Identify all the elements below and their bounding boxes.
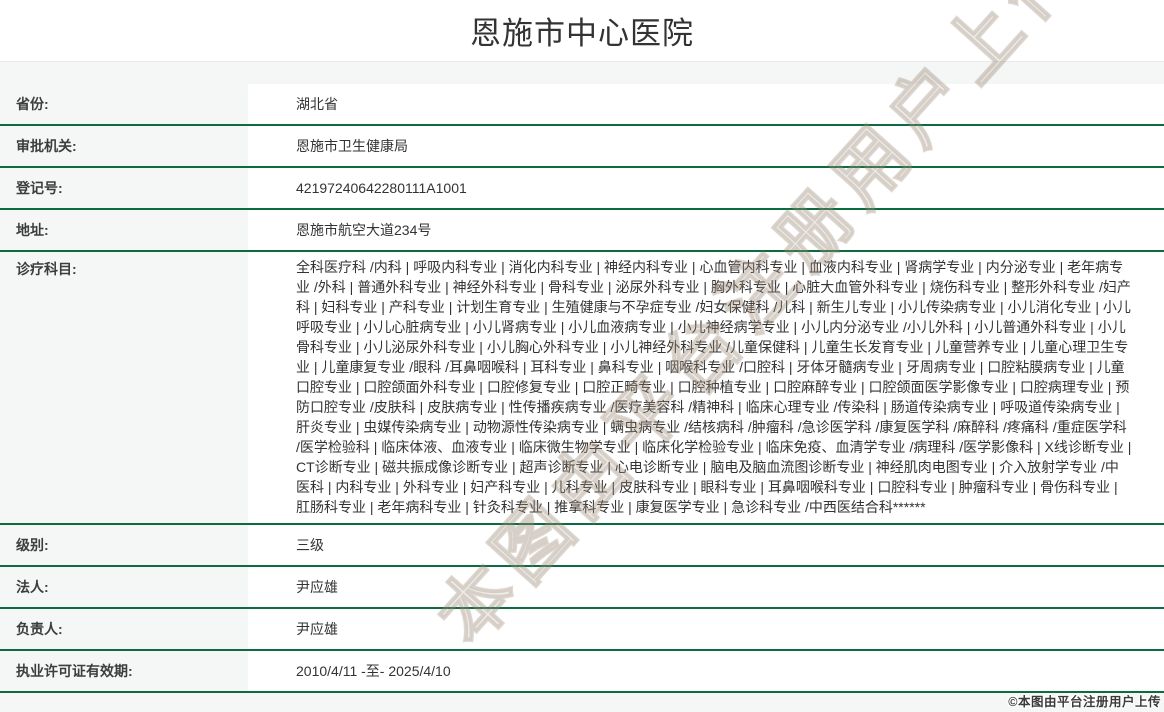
page-title: 恩施市中心医院: [470, 16, 694, 51]
field-value: 2010/4/11 -至- 2025/4/10: [248, 651, 1164, 691]
field-value: 尹应雄: [248, 567, 1164, 607]
field-value: 42197240642280111A1001: [248, 168, 1164, 208]
field-value: 尹应雄: [248, 609, 1164, 649]
field-row-province: 省份: 湖北省: [0, 84, 1164, 126]
field-label: 诊疗科目:: [16, 261, 77, 277]
field-value: 全科医疗科 /内科 | 呼吸内科专业 | 消化内科专业 | 神经内科专业 | 心…: [248, 252, 1164, 523]
field-row-medical-departments: 诊疗科目: 全科医疗科 /内科 | 呼吸内科专业 | 消化内科专业 | 神经内科…: [0, 252, 1164, 525]
field-row-registration-number: 登记号: 42197240642280111A1001: [0, 168, 1164, 210]
field-label: 登记号:: [16, 180, 63, 196]
field-value: 湖北省: [248, 84, 1164, 124]
field-label: 执业许可证有效期:: [16, 663, 133, 679]
field-label: 负责人:: [16, 621, 63, 637]
field-row-level: 级别: 三级: [0, 525, 1164, 567]
field-label: 省份:: [16, 96, 49, 112]
field-row-license-validity: 执业许可证有效期: 2010/4/11 -至- 2025/4/10: [0, 651, 1164, 693]
field-value: 三级: [248, 525, 1164, 565]
field-value: 恩施市航空大道234号: [248, 210, 1164, 250]
field-row-legal-person: 法人: 尹应雄: [0, 567, 1164, 609]
field-value: 恩施市卫生健康局: [248, 126, 1164, 166]
field-label: 级别:: [16, 537, 49, 553]
field-row-address: 地址: 恩施市航空大道234号: [0, 210, 1164, 252]
info-table: 省份: 湖北省 审批机关: 恩施市卫生健康局 登记号: 421972406422…: [0, 84, 1164, 693]
field-row-approval-authority: 审批机关: 恩施市卫生健康局: [0, 126, 1164, 168]
field-label: 审批机关:: [16, 138, 77, 154]
field-label: 法人:: [16, 579, 49, 595]
field-row-person-in-charge: 负责人: 尹应雄: [0, 609, 1164, 651]
field-label: 地址:: [16, 222, 49, 238]
page-header: 恩施市中心医院: [0, 0, 1164, 62]
hospital-info-panel: 省份: 湖北省 审批机关: 恩施市卫生健康局 登记号: 421972406422…: [0, 62, 1164, 712]
